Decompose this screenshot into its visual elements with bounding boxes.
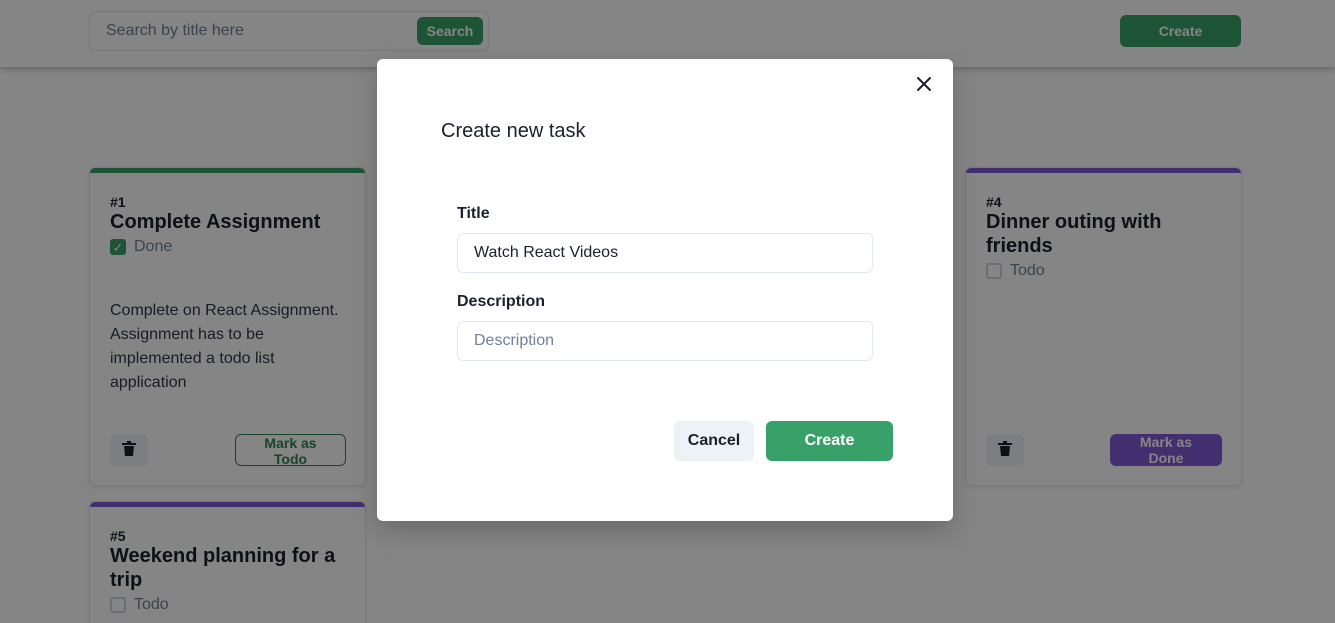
description-field-label: Description — [457, 293, 546, 310]
modal-create-button[interactable]: Create — [766, 421, 893, 461]
create-task-modal: Create new task Title Description Cancel… — [377, 59, 953, 521]
description-input[interactable] — [457, 321, 873, 361]
title-input[interactable] — [457, 233, 873, 273]
close-icon — [917, 76, 931, 94]
title-field-label: Title — [457, 205, 490, 222]
cancel-button[interactable]: Cancel — [674, 421, 754, 461]
modal-title: Create new task — [441, 120, 586, 142]
close-modal-button[interactable] — [912, 73, 936, 97]
